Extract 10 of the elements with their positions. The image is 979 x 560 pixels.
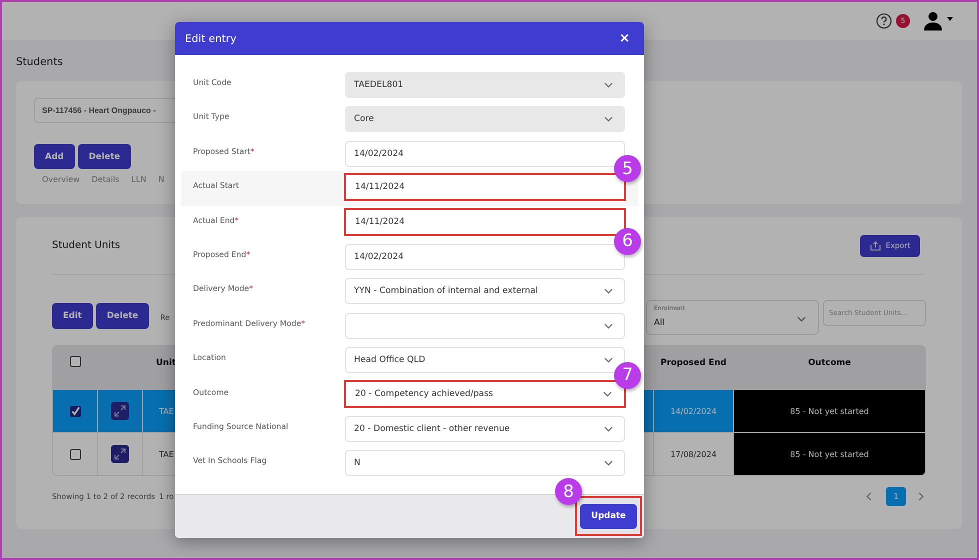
table-cell: 85 - Not yet started [734, 433, 925, 475]
callout-number: 8 [555, 478, 582, 505]
table-cell: 85 - Not yet started [734, 390, 925, 432]
page-title: Students [16, 56, 64, 70]
callout-number: 6 [614, 228, 641, 255]
callout-number: 5 [614, 155, 641, 182]
dialog-title: Edit entry [185, 32, 236, 44]
panel-title: Student Units [52, 240, 120, 251]
column-header: Outcome [807, 357, 852, 370]
callout-number: 7 [614, 362, 641, 389]
